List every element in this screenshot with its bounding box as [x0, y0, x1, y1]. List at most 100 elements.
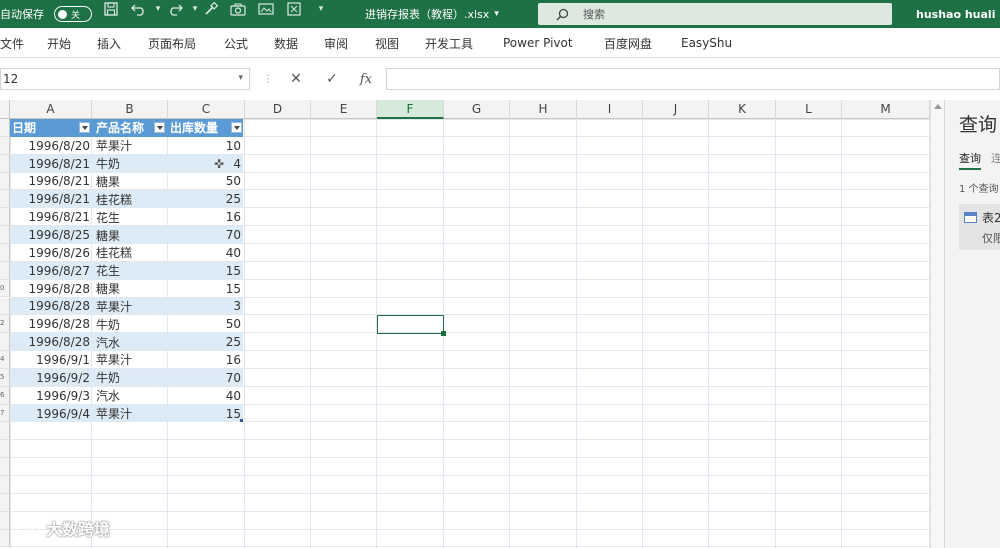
- active-cell-selection[interactable]: [377, 315, 446, 336]
- filter-dropdown-icon[interactable]: [79, 122, 90, 133]
- search-box[interactable]: 搜索: [538, 3, 892, 25]
- date-cell[interactable]: 1996/9/3: [10, 387, 92, 405]
- column-header-c[interactable]: C: [168, 100, 245, 119]
- camera-icon[interactable]: [229, 0, 247, 18]
- document-title[interactable]: 进销存报表（教程）.xlsx ▾: [365, 0, 499, 28]
- quantity-cell[interactable]: 10: [168, 137, 243, 155]
- quantity-cell[interactable]: 4: [168, 155, 243, 173]
- product-cell[interactable]: 牛奶: [94, 155, 168, 173]
- filter-dropdown-icon[interactable]: [231, 122, 242, 133]
- row-header[interactable]: 6: [0, 386, 10, 405]
- row-header[interactable]: [0, 458, 10, 476]
- date-cell[interactable]: 1996/8/21: [10, 155, 92, 173]
- row-header[interactable]: [0, 333, 10, 352]
- date-cell[interactable]: 1996/8/28: [10, 333, 92, 351]
- tab-home[interactable]: 开始: [47, 28, 71, 58]
- product-cell[interactable]: 牛奶: [94, 369, 168, 387]
- tab-page-layout[interactable]: 页面布局: [148, 28, 196, 58]
- insert-function-icon[interactable]: fx: [354, 68, 378, 90]
- product-cell[interactable]: 糖果: [94, 280, 168, 298]
- screenshot-icon[interactable]: [257, 0, 275, 18]
- date-cell[interactable]: 1996/8/28: [10, 315, 92, 333]
- quantity-cell[interactable]: 70: [168, 226, 243, 244]
- column-header-h[interactable]: H: [510, 100, 577, 119]
- quantity-cell[interactable]: 50: [168, 315, 243, 333]
- name-box[interactable]: 12 ▾: [0, 68, 250, 90]
- undo-dropdown-icon[interactable]: ▾: [149, 0, 167, 18]
- tab-formulas[interactable]: 公式: [224, 28, 248, 58]
- quantity-cell[interactable]: 70: [168, 369, 243, 387]
- product-cell[interactable]: 苹果汁: [94, 405, 168, 423]
- row-header[interactable]: [0, 154, 10, 173]
- product-cell[interactable]: 桂花糕: [94, 190, 168, 208]
- tab-easyshu[interactable]: EasyShu: [681, 28, 732, 58]
- sort-icon[interactable]: [285, 0, 303, 18]
- quantity-cell[interactable]: 40: [168, 244, 243, 262]
- row-header[interactable]: [0, 440, 10, 459]
- tab-baidu-netdisk[interactable]: 百度网盘: [604, 28, 652, 58]
- row-header[interactable]: [0, 297, 10, 316]
- tab-view[interactable]: 视图: [375, 28, 399, 58]
- quantity-cell[interactable]: 3: [168, 298, 243, 316]
- column-header-b[interactable]: B: [92, 100, 168, 119]
- product-cell[interactable]: 苹果汁: [94, 137, 168, 155]
- date-cell[interactable]: 1996/8/28: [10, 298, 92, 316]
- column-header-g[interactable]: G: [444, 100, 510, 119]
- quantity-cell[interactable]: 15: [168, 405, 243, 423]
- select-all-corner[interactable]: [0, 100, 10, 119]
- product-cell[interactable]: 花生: [94, 262, 168, 280]
- more-options-icon[interactable]: ⋮: [256, 68, 280, 90]
- name-box-dropdown-icon[interactable]: ▾: [238, 73, 243, 83]
- product-cell[interactable]: 汽水: [94, 333, 168, 351]
- tab-power-pivot[interactable]: Power Pivot: [503, 28, 573, 58]
- date-cell[interactable]: 1996/8/20: [10, 137, 92, 155]
- quantity-cell[interactable]: 25: [168, 333, 243, 351]
- tab-connections[interactable]: 连: [991, 150, 1000, 166]
- row-header[interactable]: [0, 136, 10, 155]
- customize-quick-access-icon[interactable]: ▾: [312, 0, 330, 18]
- query-item[interactable]: 表2 仅限连接: [959, 204, 1000, 250]
- column-header-f[interactable]: F: [377, 100, 444, 119]
- autosave-toggle[interactable]: 关: [54, 6, 92, 22]
- table-resize-handle[interactable]: [240, 419, 243, 422]
- row-header[interactable]: [0, 511, 10, 530]
- quantity-cell[interactable]: 16: [168, 351, 243, 369]
- row-header[interactable]: [0, 243, 10, 262]
- date-cell[interactable]: 1996/9/2: [10, 369, 92, 387]
- redo-icon[interactable]: [166, 0, 184, 18]
- scroll-up-icon[interactable]: [934, 104, 942, 109]
- row-header[interactable]: 5: [0, 368, 10, 387]
- row-header[interactable]: [0, 493, 10, 512]
- product-cell[interactable]: 苹果汁: [94, 298, 168, 316]
- row-header[interactable]: 7: [0, 404, 10, 423]
- tab-insert[interactable]: 插入: [97, 28, 121, 58]
- date-cell[interactable]: 1996/8/21: [10, 190, 92, 208]
- format-painter-icon[interactable]: [202, 0, 220, 18]
- filter-dropdown-icon[interactable]: [154, 122, 165, 133]
- row-header[interactable]: [0, 422, 10, 441]
- column-header-a[interactable]: A: [10, 100, 92, 119]
- cancel-icon[interactable]: ✕: [284, 68, 308, 90]
- enter-icon[interactable]: ✓: [320, 68, 344, 90]
- date-cell[interactable]: 1996/8/21: [10, 173, 92, 191]
- row-header[interactable]: 4: [0, 351, 10, 369]
- row-header[interactable]: [0, 119, 10, 137]
- date-cell[interactable]: 1996/8/21: [10, 208, 92, 226]
- row-header[interactable]: [0, 190, 10, 209]
- formula-input[interactable]: [386, 68, 1000, 90]
- date-cell[interactable]: 1996/9/4: [10, 405, 92, 423]
- product-cell[interactable]: 桂花糕: [94, 244, 168, 262]
- row-header[interactable]: [0, 208, 10, 227]
- row-header[interactable]: [0, 476, 10, 494]
- row-header[interactable]: [0, 172, 10, 191]
- tab-file[interactable]: 文件: [0, 28, 24, 58]
- quantity-cell[interactable]: 15: [168, 280, 243, 298]
- tab-queries[interactable]: 查询: [959, 150, 981, 170]
- product-cell[interactable]: 汽水: [94, 387, 168, 405]
- product-cell[interactable]: 花生: [94, 208, 168, 226]
- row-header[interactable]: [0, 261, 10, 280]
- column-header-k[interactable]: K: [709, 100, 776, 119]
- date-cell[interactable]: 1996/8/27: [10, 262, 92, 280]
- product-cell[interactable]: 糖果: [94, 173, 168, 191]
- date-cell[interactable]: 1996/8/25: [10, 226, 92, 244]
